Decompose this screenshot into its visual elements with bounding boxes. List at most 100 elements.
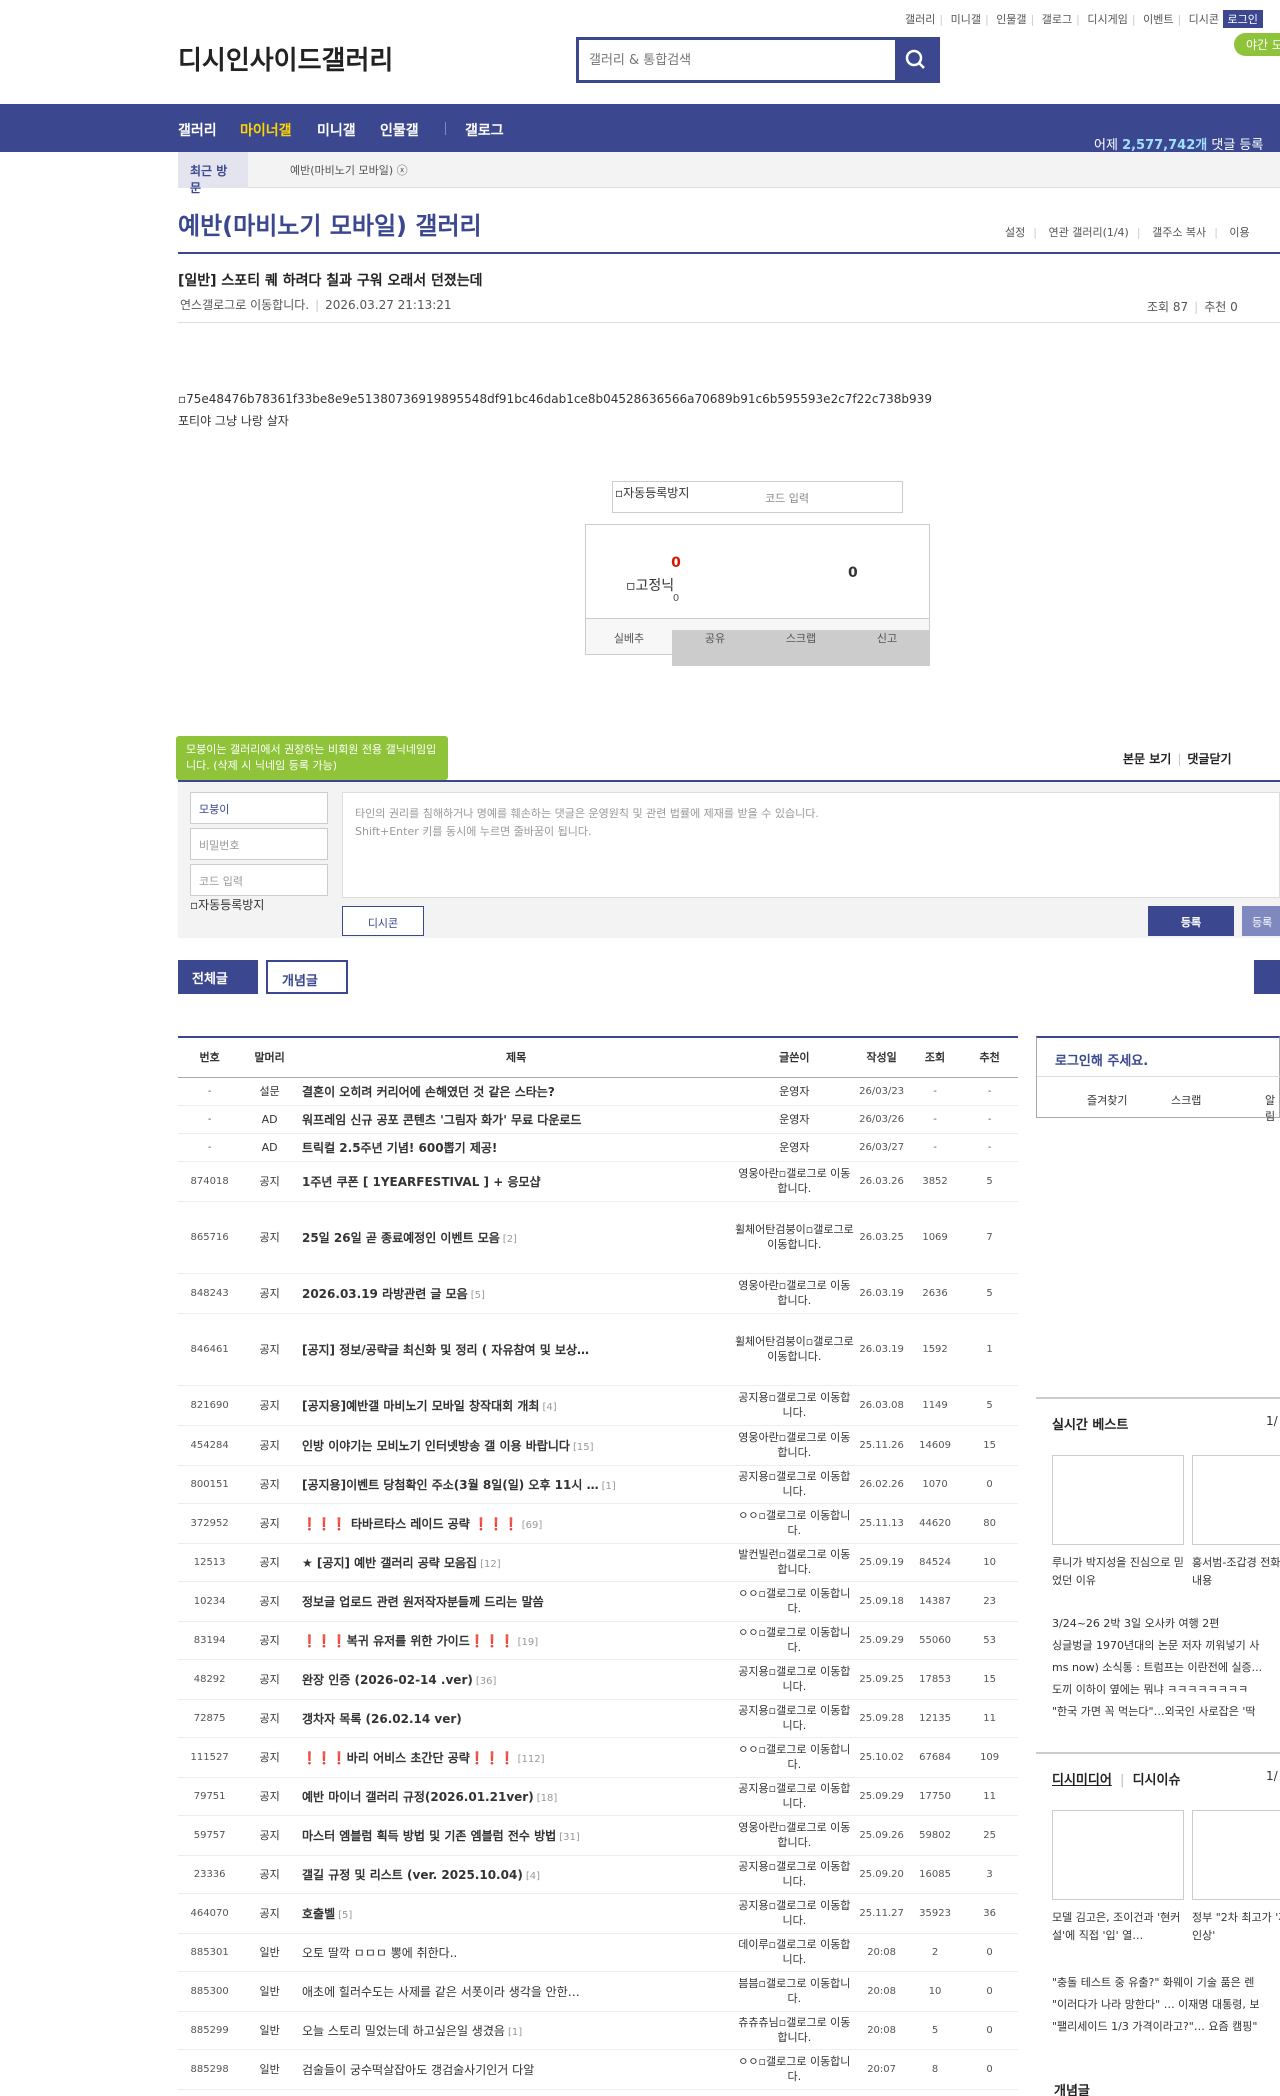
gallog-icon[interactable]: ▫갤로그로 이동합니다. <box>759 1977 851 2005</box>
nav-minor[interactable]: 마이너갤 <box>240 120 292 140</box>
usage-link[interactable]: 이용 <box>1229 226 1249 239</box>
row-title[interactable]: 호출벨 [5] <box>297 1893 735 1934</box>
gallog-icon[interactable]: ▫갤로그로 이동합니다. <box>759 1626 851 1654</box>
close-comments-button[interactable]: 댓글닫기 <box>1187 752 1231 766</box>
writer-name[interactable]: ㅇㅇ <box>738 1743 758 1756</box>
writer-name[interactable]: 공지용 <box>738 1860 768 1873</box>
row-title[interactable]: 예반 마이너 갤러리 규정(2026.01.21ver) [18] <box>297 1777 735 1816</box>
related-gallery-link[interactable]: 연관 갤러리(1/4) <box>1048 226 1128 239</box>
topmenu-mini[interactable]: 미니갤 <box>951 13 981 26</box>
table-row[interactable]: 885298 일반 검술들이 궁수떡살잡아도 갱검술사기인거 다알 ㅇㅇ▫갤로그로 이… <box>178 2049 1018 2090</box>
row-title[interactable]: ★ [공지] 예반 갤러리 공략 모음집 [12] <box>297 1543 735 1582</box>
comment-count[interactable]: [69] <box>522 1520 543 1531</box>
row-title[interactable]: 오토 딸깍 ㅁㅁㅁ 뽕에 취한다.. <box>297 1933 735 1972</box>
nav-gallery[interactable]: 갤러리 <box>178 120 217 140</box>
row-title[interactable]: [공지] 정보/공략글 최신화 및 정리 ( 자유참여 및 보상… <box>297 1313 735 1386</box>
post-author[interactable]: 연스 <box>180 298 202 312</box>
table-row[interactable]: 848243 공지 2026.03.19 라방관련 글 모음 [5] 영웅아란▫갤로그로… <box>178 1273 1018 1314</box>
write-button[interactable] <box>1254 960 1280 994</box>
writer-name[interactable]: 츄츄츄님 <box>738 2016 778 2029</box>
best-item[interactable]: "한국 가면 꼭 먹는다"…외국인 사로잡은 '딱 <box>1052 1703 1280 1719</box>
row-title[interactable]: 마스터 엠블럼 획득 방법 및 기존 엠블럼 전수 방법 [31] <box>297 1815 735 1856</box>
row-title[interactable]: 완장 인증 (2026-02-14 .ver) [36] <box>297 1659 735 1700</box>
row-title[interactable]: ❗❗❗ 타바르타스 레이드 공략 ❗❗❗ [69] <box>297 1503 735 1544</box>
table-row[interactable]: 72875 공지 갱차자 목록 (26.02.14 ver) 공지용▫갤로그로 이동합… <box>178 1699 1018 1738</box>
nav-gallog[interactable]: 갤로그 <box>465 120 504 140</box>
writer-name[interactable]: 공지용 <box>738 1704 768 1717</box>
comment-count[interactable]: [18] <box>537 1793 558 1804</box>
gallog-icon[interactable]: ▫갤로그로 이동합니다. <box>759 1509 851 1537</box>
row-title[interactable]: ❗❗❗복귀 유저를 위한 가이드❗❗❗ [19] <box>297 1621 735 1660</box>
writer-name[interactable]: 영웅아란 <box>738 1167 778 1180</box>
writer-name[interactable]: 운영자 <box>779 1141 809 1154</box>
media-caption[interactable]: 정부 "2차 최고가 '재고 가격 인상' <box>1192 1909 1280 1945</box>
post-image[interactable]: ▫75e48476b78361f33be8e9e5138073691989554… <box>178 392 932 406</box>
captcha-input[interactable]: 코드 입력 <box>765 490 809 506</box>
row-title[interactable]: [공지용]예반갤 마비노기 모바일 창작대회 개최 [4] <box>297 1385 735 1426</box>
table-row[interactable]: 59757 공지 마스터 엠블럼 획득 방법 및 기존 엠블럼 전수 방법 [31] 영… <box>178 1815 1018 1856</box>
copy-url-link[interactable]: 갤주소 복사 <box>1152 226 1206 239</box>
concept-header[interactable]: 개념글 <box>1054 2080 1090 2096</box>
topmenu-gallog[interactable]: 갤로그 <box>1042 13 1072 26</box>
comment-count[interactable]: [1] <box>508 2027 522 2038</box>
gallog-icon[interactable]: ▫갤로그로 이동합니다. <box>769 1938 851 1966</box>
table-row[interactable]: 846461 공지 [공지] 정보/공략글 최신화 및 정리 ( 자유참여 및 보상… <box>178 1313 1018 1386</box>
close-icon[interactable]: ⓧ <box>397 164 408 177</box>
writer-name[interactable]: ㅇㅇ <box>738 1509 758 1522</box>
table-row[interactable]: 885299 일반 오늘 스토리 밀었는데 하고싶은일 생겼음 [1] 츄츄츄님▫갤로그… <box>178 2011 1018 2050</box>
row-title[interactable]: 워프레임 신규 공포 콘텐츠 '그림자 화가' 무료 다운로드 <box>297 1105 735 1134</box>
best-thumb[interactable] <box>1052 1455 1184 1545</box>
alarm-button[interactable]: 알림 <box>1265 1092 1279 1124</box>
topmenu-person[interactable]: 인물갤 <box>996 13 1026 26</box>
scrap-list-button[interactable]: 스크랩 <box>1171 1092 1201 1108</box>
gallog-icon[interactable]: ▫갤로그로 이동합니다. <box>777 2016 850 2044</box>
best-item[interactable]: 3/24~26 2박 3일 오사카 여행 2편 <box>1052 1615 1280 1631</box>
row-title[interactable]: 애초에 힐러수도는 사제를 같은 서폿이라 생각을 안한… <box>297 1971 735 2012</box>
comment-textarea[interactable]: 타인의 권리를 침해하거나 명예를 훼손하는 댓글은 운영원칙 및 관련 법률에… <box>342 792 1280 898</box>
recent-item[interactable]: 예반(마비노기 모바일) ⓧ <box>290 162 408 178</box>
topmenu-dccon[interactable]: 디시콘 <box>1189 13 1219 26</box>
gallog-icon[interactable]: ▫갤로그로 이동합니다. <box>759 1743 851 1771</box>
best-item[interactable]: 도끼 이하이 옆에는 뭐냐 ㅋㅋㅋㅋㅋㅋㅋㅋ <box>1052 1681 1280 1697</box>
gallog-icon[interactable]: ▫갤로그로 이동합니다. <box>759 1587 851 1615</box>
table-row[interactable]: - AD 워프레임 신규 공포 콘텐츠 '그림자 화가' 무료 다운로드 운영자 26/… <box>178 1105 1018 1134</box>
comment-count[interactable]: [36] <box>476 1676 497 1687</box>
comment-count[interactable]: [112] <box>518 1754 545 1765</box>
dccon-button[interactable]: 디시콘 <box>342 906 424 936</box>
media-caption[interactable]: 모델 김고은, 조이건과 '현커설'에 직접 '입' 열… <box>1052 1909 1184 1945</box>
gallog-icon[interactable]: ▫갤로그로 이동합니다. <box>769 1704 851 1732</box>
tab-media[interactable]: 디시미디어 <box>1052 1773 1112 1788</box>
login-button[interactable]: 로그인 <box>1222 10 1263 28</box>
table-row[interactable]: 885301 일반 오토 딸깍 ㅁㅁㅁ 뽕에 취한다.. 데이루▫갤로그로 이동합니다… <box>178 1933 1018 1972</box>
best-item[interactable]: ms now) 소식통 : 트럼프는 이란전에 실증... <box>1052 1659 1280 1675</box>
writer-name[interactable]: 운영자 <box>779 1085 809 1098</box>
fixnick-upvote[interactable]: ▫고정닉 <box>626 575 674 595</box>
writer-name[interactable]: 공지용 <box>738 1391 768 1404</box>
best-title[interactable]: 실시간 베스트 <box>1052 1414 1128 1433</box>
gallog-icon[interactable]: ▫갤로그로 이동합니다. <box>769 1782 851 1810</box>
writer-name[interactable]: 븜븜 <box>738 1977 758 1990</box>
gallog-icon[interactable]: ▫갤로그로 이동합니다. <box>777 1821 850 1849</box>
gallog-icon[interactable]: ▫갤로그로 이동합니다. <box>759 2055 851 2083</box>
downvote-count[interactable]: 0 <box>848 565 858 581</box>
nav-person[interactable]: 인물갤 <box>380 120 419 140</box>
gallery-title[interactable]: 예반(마비노기 모바일) 갤러리 <box>178 206 482 241</box>
submit-button[interactable]: 등록 <box>1148 906 1234 936</box>
comment-count[interactable]: [2] <box>503 1234 517 1245</box>
search-button[interactable] <box>895 40 937 80</box>
writer-name[interactable]: 발컨빌런 <box>738 1548 778 1561</box>
table-row[interactable]: - AD 트릭컬 2.5주년 기념! 600뽑기 제공! 운영자 26/03/27- - <box>178 1133 1018 1162</box>
tab-all[interactable]: 전체글 <box>178 960 258 994</box>
writer-name[interactable]: 휠체어탄검붕이 <box>735 1335 806 1348</box>
writer-name[interactable]: 공지용 <box>738 1470 768 1483</box>
writer-name[interactable]: 공지용 <box>738 1782 768 1795</box>
media-thumb[interactable] <box>1052 1810 1184 1900</box>
gallog-icon[interactable]: 갤로그로 이동합니다. <box>202 298 309 312</box>
table-row[interactable]: 800151 공지 [공지용]이벤트 당첨확인 주소(3월 8일(일) 오후 11시… <box>178 1465 1018 1504</box>
code-field[interactable]: 코드 입력 <box>190 864 328 896</box>
gallog-icon[interactable]: ▫갤로그로 이동합니다. <box>769 1860 851 1888</box>
login-prompt[interactable]: 로그인해 주세요. <box>1055 1050 1148 1069</box>
favorites-button[interactable]: 즐겨찾기 <box>1087 1092 1127 1108</box>
topmenu-event[interactable]: 이벤트 <box>1143 13 1173 26</box>
writer-name[interactable]: 공지용 <box>738 1899 768 1912</box>
